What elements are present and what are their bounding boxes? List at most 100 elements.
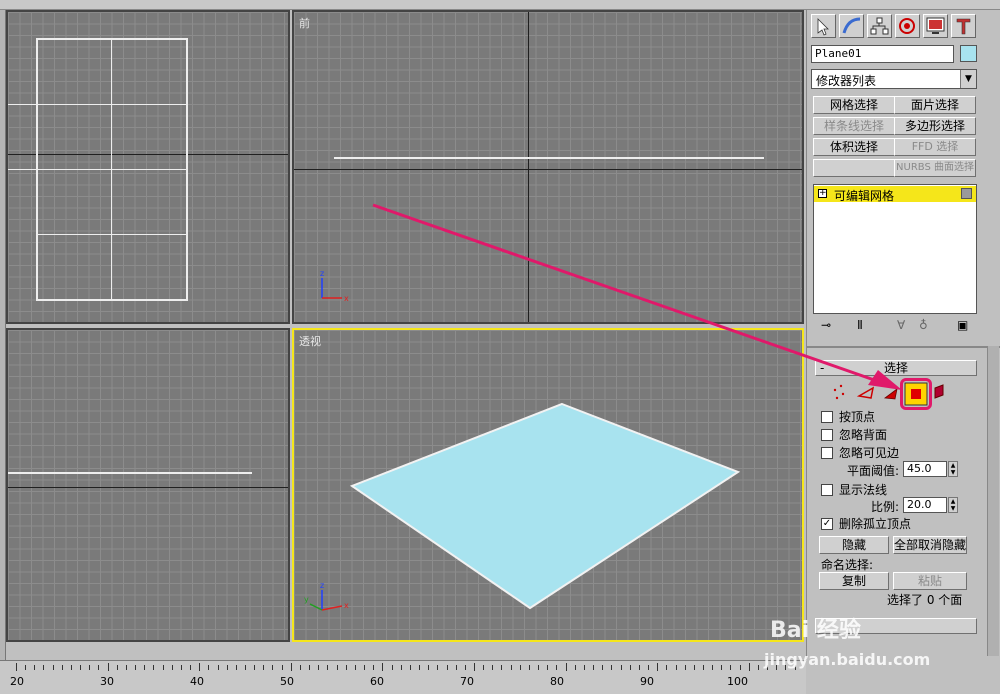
- remove-modifier-icon[interactable]: ♁: [919, 318, 928, 332]
- ruler-tick: [739, 665, 741, 670]
- modify-tab-icon[interactable]: [839, 14, 864, 38]
- watermark-logo: Bai 经验: [770, 618, 861, 643]
- ruler-tick: [364, 665, 366, 670]
- ruler-tick: [299, 665, 301, 670]
- configure-sets-icon[interactable]: ▣: [957, 318, 968, 332]
- ffd-select-button[interactable]: FFD 选择: [894, 138, 976, 156]
- ruler-tick: [89, 665, 91, 670]
- subobject-level-icons: [833, 382, 944, 406]
- ruler-tick: [712, 665, 714, 670]
- svg-text:x: x: [344, 294, 349, 303]
- axis-line: [8, 487, 288, 488]
- show-end-result-icon[interactable]: Ⅱ: [857, 318, 863, 332]
- ruler-tick-label: 60: [370, 675, 384, 688]
- ruler-tick: [547, 665, 549, 670]
- volume-select-button[interactable]: 体积选择: [813, 138, 895, 156]
- plane-edge-line: [334, 157, 764, 159]
- mesh-select-button[interactable]: 网格选择: [813, 96, 895, 114]
- plane-segment: [36, 104, 188, 105]
- create-tab-icon[interactable]: [811, 14, 836, 38]
- ruler-tick: [757, 665, 759, 670]
- ruler-tick: [290, 663, 292, 671]
- stack-item-label: 可编辑网格: [834, 189, 895, 203]
- stack-item[interactable]: + 可编辑网格: [814, 186, 976, 203]
- rollout-divider: [807, 346, 1000, 348]
- ruler-tick: [25, 665, 27, 670]
- ruler-tick: [602, 665, 604, 670]
- paste-button[interactable]: 粘贴: [893, 572, 967, 590]
- spinner-arrows-icon[interactable]: ▲ ▼: [948, 497, 958, 513]
- delete-isolated-check[interactable]: ✓ 删除孤立顶点: [821, 515, 911, 531]
- spinner-arrows-icon[interactable]: ▲ ▼: [948, 461, 958, 477]
- chevron-down-icon[interactable]: ▼: [960, 70, 976, 88]
- viewport-top[interactable]: [6, 10, 290, 324]
- plane-edge-line: [8, 472, 252, 474]
- ruler-tick: [419, 665, 421, 670]
- ruler-tick-label: 70: [460, 675, 474, 688]
- collapse-minus-icon: -: [820, 361, 825, 375]
- plane-segment: [8, 104, 36, 105]
- ruler-tick: [446, 665, 448, 670]
- ignore-backface-check[interactable]: 忽略背面: [821, 426, 887, 442]
- pin-stack-icon[interactable]: ⊸: [821, 318, 831, 332]
- ruler-tick: [501, 665, 503, 670]
- utilities-tab-icon[interactable]: [951, 14, 976, 38]
- watermark-url: jingyan.baidu.com: [764, 650, 931, 669]
- viewport-label: 前: [299, 17, 310, 30]
- viewport-front[interactable]: 前 z x: [292, 10, 804, 324]
- stack-item-toggle-icon[interactable]: [961, 188, 972, 199]
- checkbox[interactable]: [821, 428, 833, 441]
- ruler-tick: [190, 665, 192, 670]
- checkbox[interactable]: [821, 483, 833, 496]
- ruler-tick-label: 20: [10, 675, 24, 688]
- poly-select-button[interactable]: 多边形选择: [894, 117, 976, 135]
- panel-scrollbar[interactable]: [987, 346, 999, 656]
- plane-segment: [111, 38, 112, 301]
- selection-rollout-header[interactable]: - 选择: [815, 360, 977, 376]
- ruler-tick-label: 50: [280, 675, 294, 688]
- make-unique-icon[interactable]: ∀: [897, 318, 905, 332]
- svg-text:z: z: [320, 269, 324, 278]
- planar-threshold-field[interactable]: 45.0: [903, 461, 947, 477]
- patch-select-button[interactable]: 面片选择: [894, 96, 976, 114]
- hide-button[interactable]: 隐藏: [819, 536, 889, 554]
- axis-gizmo-icon: z x: [320, 269, 349, 303]
- object-color-swatch[interactable]: [960, 45, 977, 62]
- ruler-tick: [400, 665, 402, 670]
- ruler-tick: [565, 663, 567, 671]
- polygon-highlight[interactable]: [900, 378, 932, 410]
- spline-select-button[interactable]: 样条线选择: [813, 117, 895, 135]
- ruler-tick: [464, 665, 466, 670]
- modifier-list-dropdown[interactable]: 修改器列表 ▼: [811, 69, 977, 89]
- object-name-field[interactable]: Plane01: [811, 45, 954, 63]
- empty-button[interactable]: [813, 159, 895, 177]
- ignore-visible-edges-check[interactable]: 忽略可见边: [821, 444, 899, 460]
- ruler-tick: [116, 665, 118, 670]
- ruler-tick: [171, 665, 173, 670]
- expand-plus-icon[interactable]: +: [818, 189, 827, 198]
- check-label: 显示法线: [839, 483, 888, 497]
- ruler-tick: [538, 665, 540, 670]
- time-ruler[interactable]: 20 30 40 50 60 70 80 90 100: [0, 660, 806, 694]
- scale-field[interactable]: 20.0: [903, 497, 947, 513]
- copy-button[interactable]: 复制: [819, 572, 889, 590]
- viewport-perspective[interactable]: 透视 z x y: [292, 328, 804, 642]
- motion-tab-icon[interactable]: [895, 14, 920, 38]
- ruler-tick: [675, 665, 677, 670]
- show-normals-check[interactable]: 显示法线: [821, 481, 887, 497]
- scale-label: 比例:: [871, 500, 900, 514]
- ruler-tick: [391, 665, 393, 670]
- display-tab-icon[interactable]: [923, 14, 948, 38]
- checkbox[interactable]: [821, 446, 833, 459]
- plane-outline-top: [36, 38, 188, 40]
- nurbs-select-button[interactable]: NURBS 曲面选择: [894, 159, 976, 177]
- by-vertex-check[interactable]: 按顶点: [821, 408, 875, 424]
- top-toolbar-strip: [0, 0, 1000, 10]
- checkbox[interactable]: ✓: [821, 517, 833, 530]
- viewport-left[interactable]: [6, 328, 290, 642]
- hierarchy-tab-icon[interactable]: [867, 14, 892, 38]
- ruler-tick: [153, 665, 155, 670]
- axis-line: [294, 169, 802, 170]
- checkbox[interactable]: [821, 410, 833, 423]
- unhide-all-button[interactable]: 全部取消隐藏: [893, 536, 967, 554]
